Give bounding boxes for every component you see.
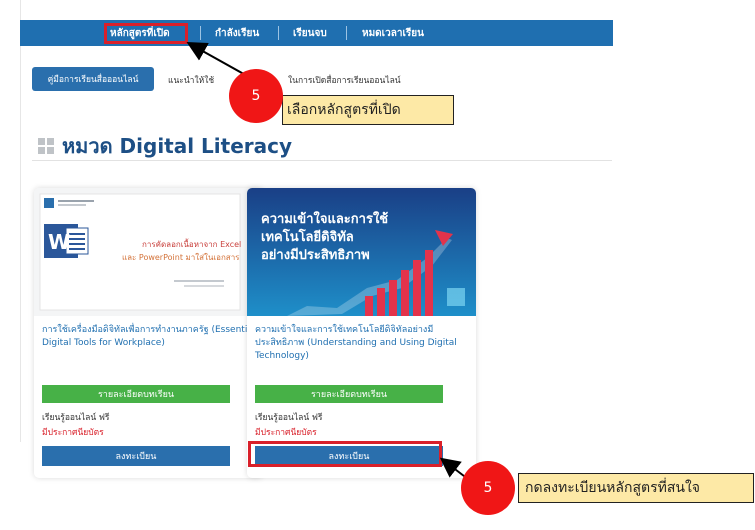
nav-separator bbox=[200, 26, 201, 40]
section-title: หมวด Digital Literacy bbox=[62, 134, 293, 158]
course-free-label: เรียนรู้ออนไลน์ ฟรี bbox=[255, 413, 323, 423]
thumbnail-title-line-3: อย่างมีประสิทธิภาพ bbox=[261, 248, 370, 263]
guide-text-before: แนะนำให้ใช้ bbox=[168, 76, 215, 86]
thumbnail-caption-line-1: การคัดลอกเนื้อหาจาก Excel bbox=[142, 240, 242, 249]
register-button[interactable]: ลงทะเบียน bbox=[42, 446, 230, 466]
svg-text:W: W bbox=[48, 230, 70, 254]
course-card: W การคัดลอกเนื้อหาจาก Excel และ PowerPoi… bbox=[34, 188, 263, 478]
guide-text-after: ในการเปิดสื่อการเรียนออนไลน์ bbox=[288, 76, 401, 86]
course-certificate-label: มีประกาศนียบัตร bbox=[42, 428, 104, 438]
nav-separator bbox=[346, 26, 347, 40]
active-tab-highlight bbox=[104, 23, 188, 44]
nav-separator bbox=[278, 26, 279, 40]
course-title[interactable]: การใช้เครื่องมือดิจิทัลเพื่อการทำงานภาคร… bbox=[42, 324, 258, 350]
step-badge: 5 bbox=[461, 461, 515, 515]
course-card: ความเข้าใจและการใช้ เทคโนโลยีดิจิทัล อย่… bbox=[247, 188, 476, 478]
course-thumbnail[interactable]: W การคัดลอกเนื้อหาจาก Excel และ PowerPoi… bbox=[34, 188, 263, 316]
step-badge: 5 bbox=[229, 69, 283, 123]
course-details-button[interactable]: รายละเอียดบทเรียน bbox=[255, 385, 443, 403]
thumbnail-caption-line-2: และ PowerPoint มาใส่ในเอกสาร bbox=[122, 253, 240, 262]
course-title[interactable]: ความเข้าใจและการใช้เทคโนโลยีดิจิทัลอย่าง… bbox=[255, 324, 471, 363]
callout-text: กดลงทะเบียนหลักสูตรที่สนใจ bbox=[525, 480, 700, 496]
tab-in-progress[interactable]: กำลังเรียน bbox=[215, 26, 259, 41]
grid-icon bbox=[38, 138, 54, 154]
register-button-highlight bbox=[248, 441, 442, 467]
course-certificate-label: มีประกาศนียบัตร bbox=[255, 428, 317, 438]
callout-text: เลือกหลักสูตรที่เปิด bbox=[287, 102, 401, 118]
section-heading: หมวด Digital Literacy bbox=[38, 130, 292, 162]
callout-note-register-course: กดลงทะเบียนหลักสูตรที่สนใจ bbox=[518, 473, 754, 503]
tab-completed[interactable]: เรียนจบ bbox=[293, 26, 327, 41]
online-learning-guide-button[interactable]: คู่มือการเรียนสื่อออนไลน์ bbox=[32, 67, 154, 91]
course-thumbnail[interactable]: ความเข้าใจและการใช้ เทคโนโลยีดิจิทัล อย่… bbox=[247, 188, 476, 316]
callout-note-select-open-course: เลือกหลักสูตรที่เปิด bbox=[282, 95, 454, 125]
section-divider bbox=[32, 160, 612, 161]
course-details-button[interactable]: รายละเอียดบทเรียน bbox=[42, 385, 230, 403]
tab-expired[interactable]: หมดเวลาเรียน bbox=[362, 26, 424, 41]
course-free-label: เรียนรู้ออนไลน์ ฟรี bbox=[42, 413, 110, 423]
